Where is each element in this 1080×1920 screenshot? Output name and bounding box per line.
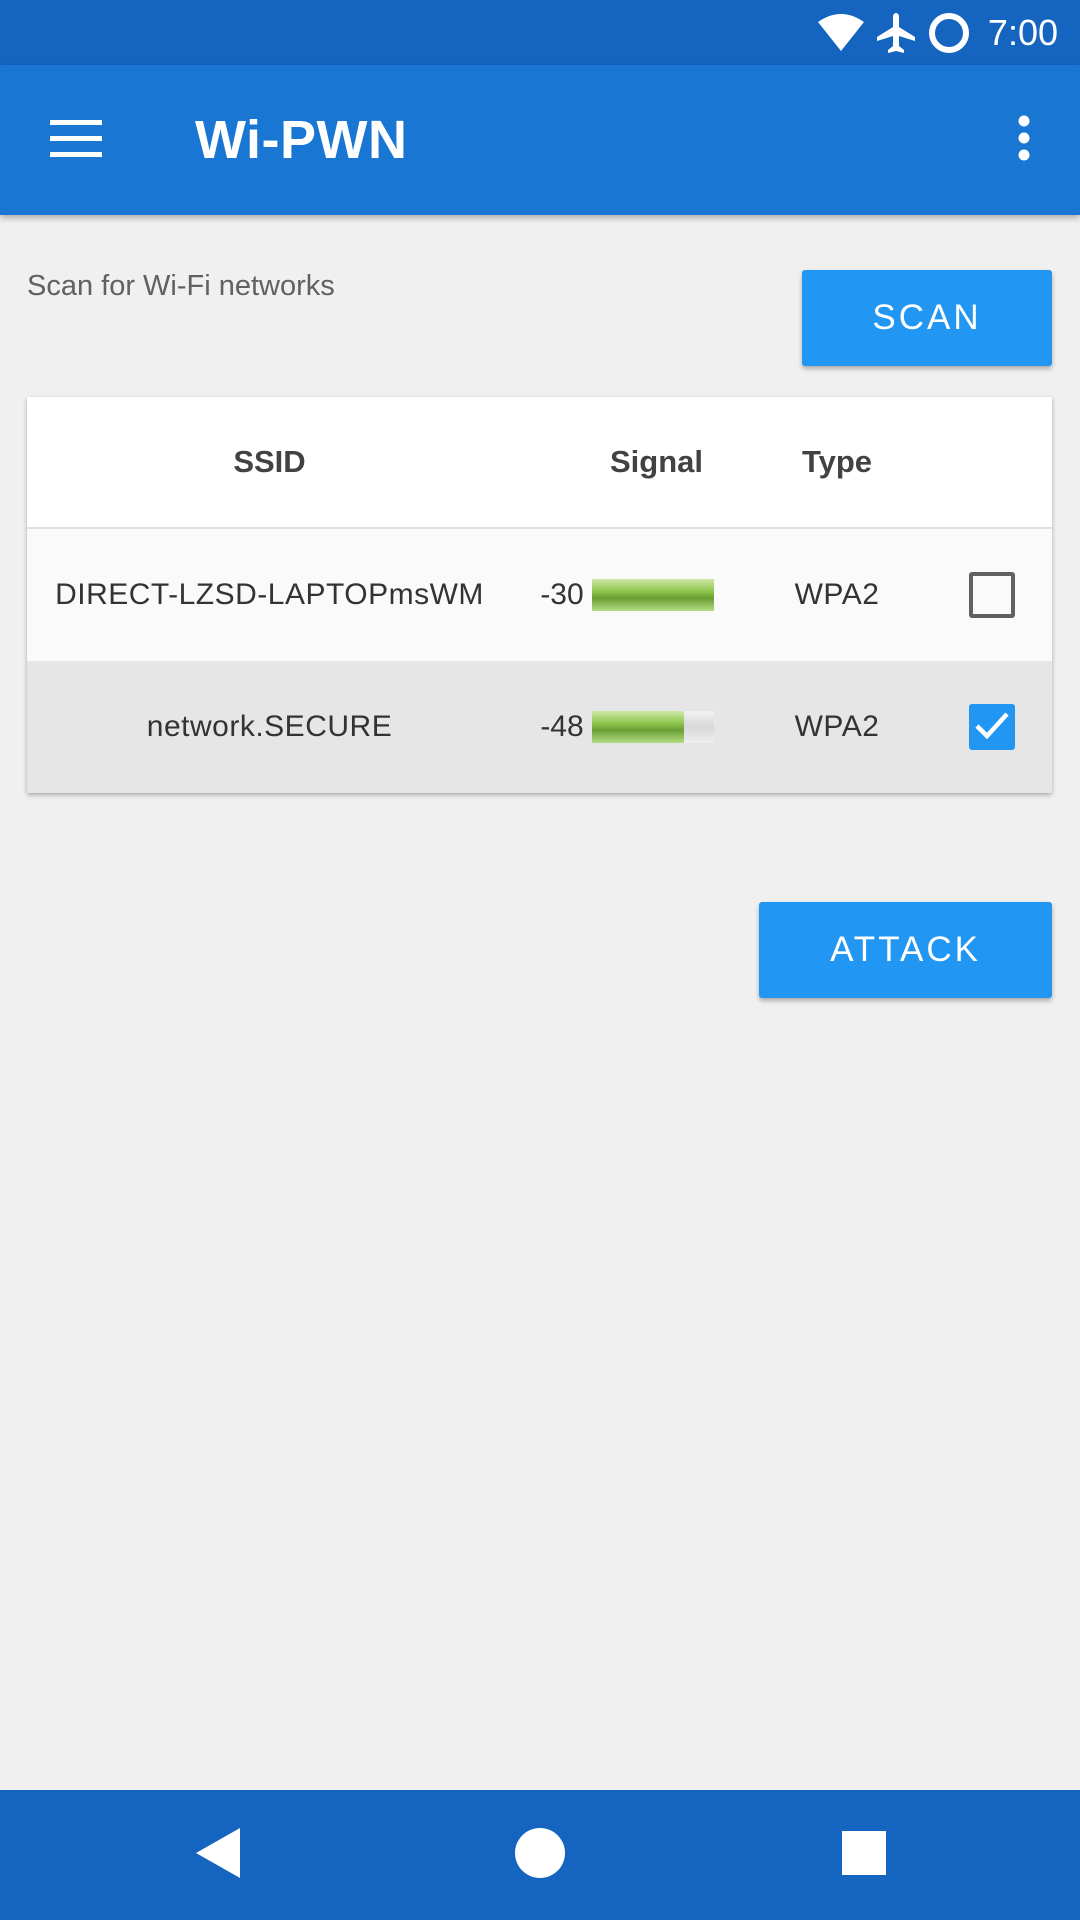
header-type: Type	[801, 444, 873, 479]
ssid-text: network.SECURE	[146, 710, 393, 743]
status-time: 7:00	[987, 11, 1058, 53]
type-cell: WPA2	[742, 661, 932, 793]
signal-indicator: -30	[540, 578, 714, 612]
navigation-menu-button[interactable]	[36, 100, 116, 180]
airplane-icon	[876, 12, 916, 54]
app-title: Wi-PWN	[195, 110, 408, 170]
table-header: SSID Signal Type	[27, 397, 1052, 529]
home-button[interactable]	[500, 1815, 580, 1895]
header-cell-type: Type	[742, 397, 932, 527]
header-ssid: SSID	[233, 444, 306, 479]
back-button[interactable]	[178, 1815, 258, 1895]
network-table: SSID Signal Type DIRECT-LZSD-LAPTOPmsWM …	[27, 397, 1052, 793]
check-icon	[975, 711, 1009, 744]
select-checkbox[interactable]	[969, 572, 1015, 618]
table-row[interactable]: network.SECURE -48 WPA2	[27, 661, 1052, 793]
signal-cell: -30	[512, 529, 742, 661]
scan-button[interactable]: SCAN	[802, 270, 1052, 366]
wifi-icon	[817, 13, 864, 52]
back-icon	[194, 1826, 242, 1885]
signal-bar	[591, 579, 714, 611]
signal-bar-fill	[591, 579, 714, 611]
table-row[interactable]: DIRECT-LZSD-LAPTOPmsWM -30 WPA2	[27, 529, 1052, 661]
ssid-cell: DIRECT-LZSD-LAPTOPmsWM	[27, 529, 512, 661]
select-checkbox[interactable]	[969, 704, 1015, 750]
type-text: WPA2	[794, 578, 880, 611]
circle-icon	[928, 12, 970, 54]
status-bar: 7:00	[0, 0, 1080, 65]
scan-label: Scan for Wi-Fi networks	[27, 270, 335, 302]
overflow-menu-button[interactable]	[994, 100, 1054, 180]
attack-button[interactable]: ATTACK	[759, 902, 1052, 998]
ssid-text: DIRECT-LZSD-LAPTOPmsWM	[55, 578, 484, 611]
signal-value: -30	[540, 578, 584, 611]
signal-indicator: -48	[540, 710, 714, 744]
signal-bar	[591, 711, 714, 743]
recent-apps-button[interactable]	[824, 1815, 904, 1895]
signal-value: -48	[540, 710, 584, 743]
header-cell-ssid: SSID	[27, 397, 512, 527]
hamburger-menu-icon	[50, 118, 102, 163]
system-nav-bar	[0, 1790, 1080, 1920]
header-signal: Signal	[610, 444, 704, 479]
select-cell	[932, 661, 1052, 793]
home-icon	[514, 1827, 566, 1884]
app-bar: Wi-PWN	[0, 65, 1080, 215]
more-vert-icon	[1017, 115, 1031, 166]
ssid-cell: network.SECURE	[27, 661, 512, 793]
type-text: WPA2	[794, 710, 880, 743]
signal-cell: -48	[512, 661, 742, 793]
select-cell	[932, 529, 1052, 661]
recent-apps-icon	[841, 1830, 887, 1881]
signal-bar-fill	[591, 711, 685, 743]
status-icons: 7:00	[817, 0, 1058, 65]
type-cell: WPA2	[742, 529, 932, 661]
